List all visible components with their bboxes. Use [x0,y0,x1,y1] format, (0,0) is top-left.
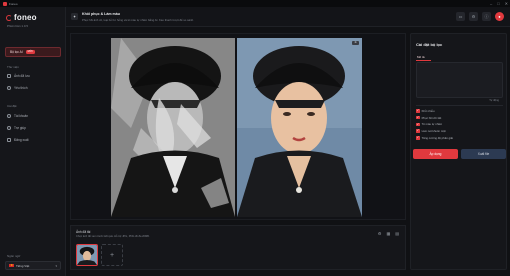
window-title: Foneo [9,1,18,6]
maximize-icon[interactable]: □ [497,1,499,6]
restore-icon: ✦ [71,13,78,20]
message-icon[interactable]: ▭ [456,12,465,21]
compare-toggle-button[interactable]: ⧉ [352,41,359,45]
sidebar-item-label: Yêu thích [14,86,28,90]
export-button[interactable]: Xuất file [461,149,506,159]
thumbnails-title: Ảnh đã tải [76,230,91,234]
checkbox-checked-icon[interactable]: ✓ [416,129,420,133]
thumbnail-tools: ⚙ ▦ ▤ [378,231,399,236]
field-value: Tự động [489,99,499,102]
sidebar-item-help[interactable]: Trợ giúp [7,126,26,130]
language-label: Ngôn ngữ [7,254,21,258]
info-icon[interactable]: ⓘ [482,12,491,21]
preview-stage: ⧉ [70,33,406,220]
vietnam-flag-icon [9,262,14,268]
panel-title: Cài đặt bộ lọc [416,42,443,47]
app-version: Phiên bản 1.0.5 [7,24,29,28]
image-icon [7,74,11,78]
logout-icon [7,138,11,142]
logo-icon [6,14,12,21]
sidebar-item-label: Đăng xuất [14,138,29,142]
page-title: Khôi phục & Làm màu [82,12,120,16]
active-tab-indicator [416,60,431,61]
tab-description[interactable]: Mô tả [417,55,425,59]
sidebar-item-label: Trợ giúp [14,126,26,130]
grid-icon[interactable]: ▦ [386,231,390,236]
option-upscale[interactable]: ✓ Tăng cường độ phân giải [416,135,453,140]
filter-settings-panel: Cài đặt bộ lọc Mô tả Tự động ✓ Khử nhiễu … [410,33,507,270]
checkbox-checked-icon[interactable]: ✓ [416,109,420,113]
sidebar-item-label: Bộ lọc AI [10,50,23,54]
window-controls: – □ ✕ [490,1,508,6]
divider [416,105,503,106]
language-value: Tiếng Việt [16,263,30,268]
header-actions: ▭ ⚙ ⓘ ● [456,12,504,21]
title-bar: Foneo – □ ✕ [0,0,510,7]
avatar[interactable]: ● [495,12,504,21]
sidebar-item-favorites[interactable]: Yêu thích [7,86,27,90]
add-photo-button[interactable]: + [101,244,123,266]
heart-icon [7,86,11,90]
sidebar-item-account[interactable]: Tài khoản [7,114,28,118]
sidebar-item-ai-filter[interactable]: Bộ lọc AI MỚI [5,47,61,57]
description-field[interactable] [416,62,503,98]
apply-button[interactable]: Áp dụng [413,149,458,159]
checkbox-checked-icon[interactable]: ✓ [416,122,420,127]
thumbnails-subtitle: Chọn ảnh để xem trước kết quả. Hỗ trợ JP… [76,235,150,238]
thumbnail-item[interactable] [76,244,98,266]
sidebar: foneo Phiên bản 1.0.5 Bộ lọc AI MỚI Thư … [0,7,66,276]
page-subtitle: Phục hồi ảnh cũ, loại bỏ hư hỏng và tô m… [82,18,194,22]
user-icon [7,114,11,118]
language-select[interactable]: Tiếng Việt ▾ [5,261,61,270]
checkbox-checked-icon[interactable]: ✓ [416,135,420,140]
checkbox-checked-icon[interactable]: ✓ [416,115,420,120]
settings-icon[interactable]: ⚙ [469,12,478,21]
option-denoise[interactable]: ✓ Khử nhiễu [416,109,453,113]
restored-photo: ⧉ [237,38,362,217]
sidebar-item-label: Ảnh đã lưu [14,74,30,78]
section-settings: Cài đặt [7,104,17,108]
thumbnail-strip: Ảnh đã tải Chọn ảnh để xem trước kết quả… [70,225,406,270]
close-icon[interactable]: ✕ [505,1,508,6]
option-face[interactable]: ✓ Làm nét khuôn mặt [416,129,453,133]
app-icon [3,1,7,6]
sidebar-item-logout[interactable]: Đăng xuất [7,138,29,142]
brand-name: foneo [14,13,37,22]
brand: foneo [6,13,37,22]
section-library: Thư viện [7,65,19,69]
settings-icon[interactable]: ⚙ [378,231,382,236]
sidebar-item-saved[interactable]: Ảnh đã lưu [7,74,30,78]
option-detail[interactable]: ✓ Phục hồi chi tiết [416,115,453,120]
minimize-icon[interactable]: – [490,1,492,6]
new-badge: MỚI [25,50,35,54]
chevron-down-icon: ▾ [55,264,57,268]
help-icon [7,126,11,130]
option-colorize[interactable]: ✓ Tô màu tự nhiên [416,122,453,126]
layout-icon[interactable]: ▤ [395,231,399,236]
sidebar-item-label: Tài khoản [14,114,28,118]
filter-options: ✓ Khử nhiễu ✓ Phục hồi chi tiết ✓ Tô màu tự… [416,109,453,140]
original-photo [111,38,235,217]
header: ✦ Khôi phục & Làm màu Phục hồi ảnh cũ, l… [66,7,510,27]
